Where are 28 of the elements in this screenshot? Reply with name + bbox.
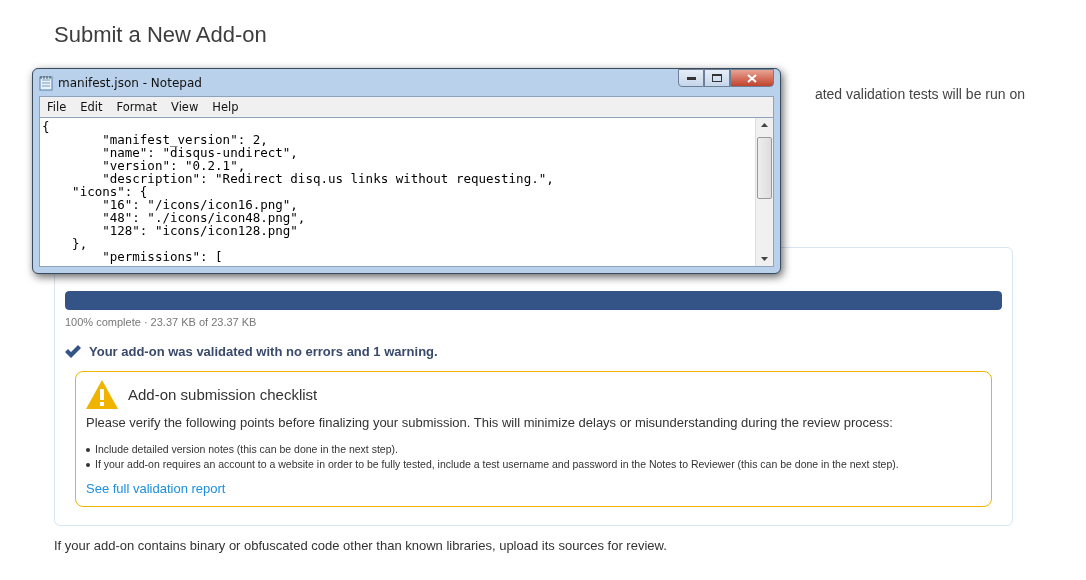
window-title: manifest.json - Notepad [58,75,203,90]
bullet-icon [86,463,90,467]
check-icon [65,345,81,358]
warning-icon [86,380,118,409]
validation-report-link[interactable]: See full validation report [86,481,226,496]
bullet-icon [86,448,90,452]
menu-item[interactable]: File [40,100,74,114]
menu-item[interactable]: View [164,100,206,114]
checklist-intro: Please verify the following points before finalizing your submission. This will minimize delays or misunderstanding during the review process: [86,415,894,430]
validation-result: Your add-on was validated with no errors and 1 warning. [89,344,438,359]
close-button[interactable] [730,69,774,87]
close-icon [747,73,757,83]
sources-note: If your add-on contains binary or obfuscated code other than known libraries, upload its sources for review. [54,538,668,553]
checklist-title: Add-on submission checklist [128,386,318,403]
checklist-item: Include detailed version notes (this can be done in the next step). [95,442,398,457]
page-title: Submit a New Add-on [54,22,268,48]
menu-item[interactable]: Edit [73,100,110,114]
maximize-button[interactable] [704,69,730,87]
minimize-icon [686,76,696,80]
scrollbar[interactable] [755,118,773,266]
notepad-icon [39,74,53,91]
maximize-icon [712,74,722,82]
menu-item[interactable]: Format [109,100,165,114]
checklist-item: If your add-on requires an account to a website in order to be fully tested, include a test username and password in the Notes to Reviewer (this can be done in the next step). [95,457,899,472]
intro-text: ated validation tests will be run on [814,86,1025,104]
progress-text: 100% complete · 23.37 KB of 23.37 KB [65,316,258,328]
minimize-button[interactable] [678,69,704,87]
menu-item[interactable]: Help [205,100,246,114]
